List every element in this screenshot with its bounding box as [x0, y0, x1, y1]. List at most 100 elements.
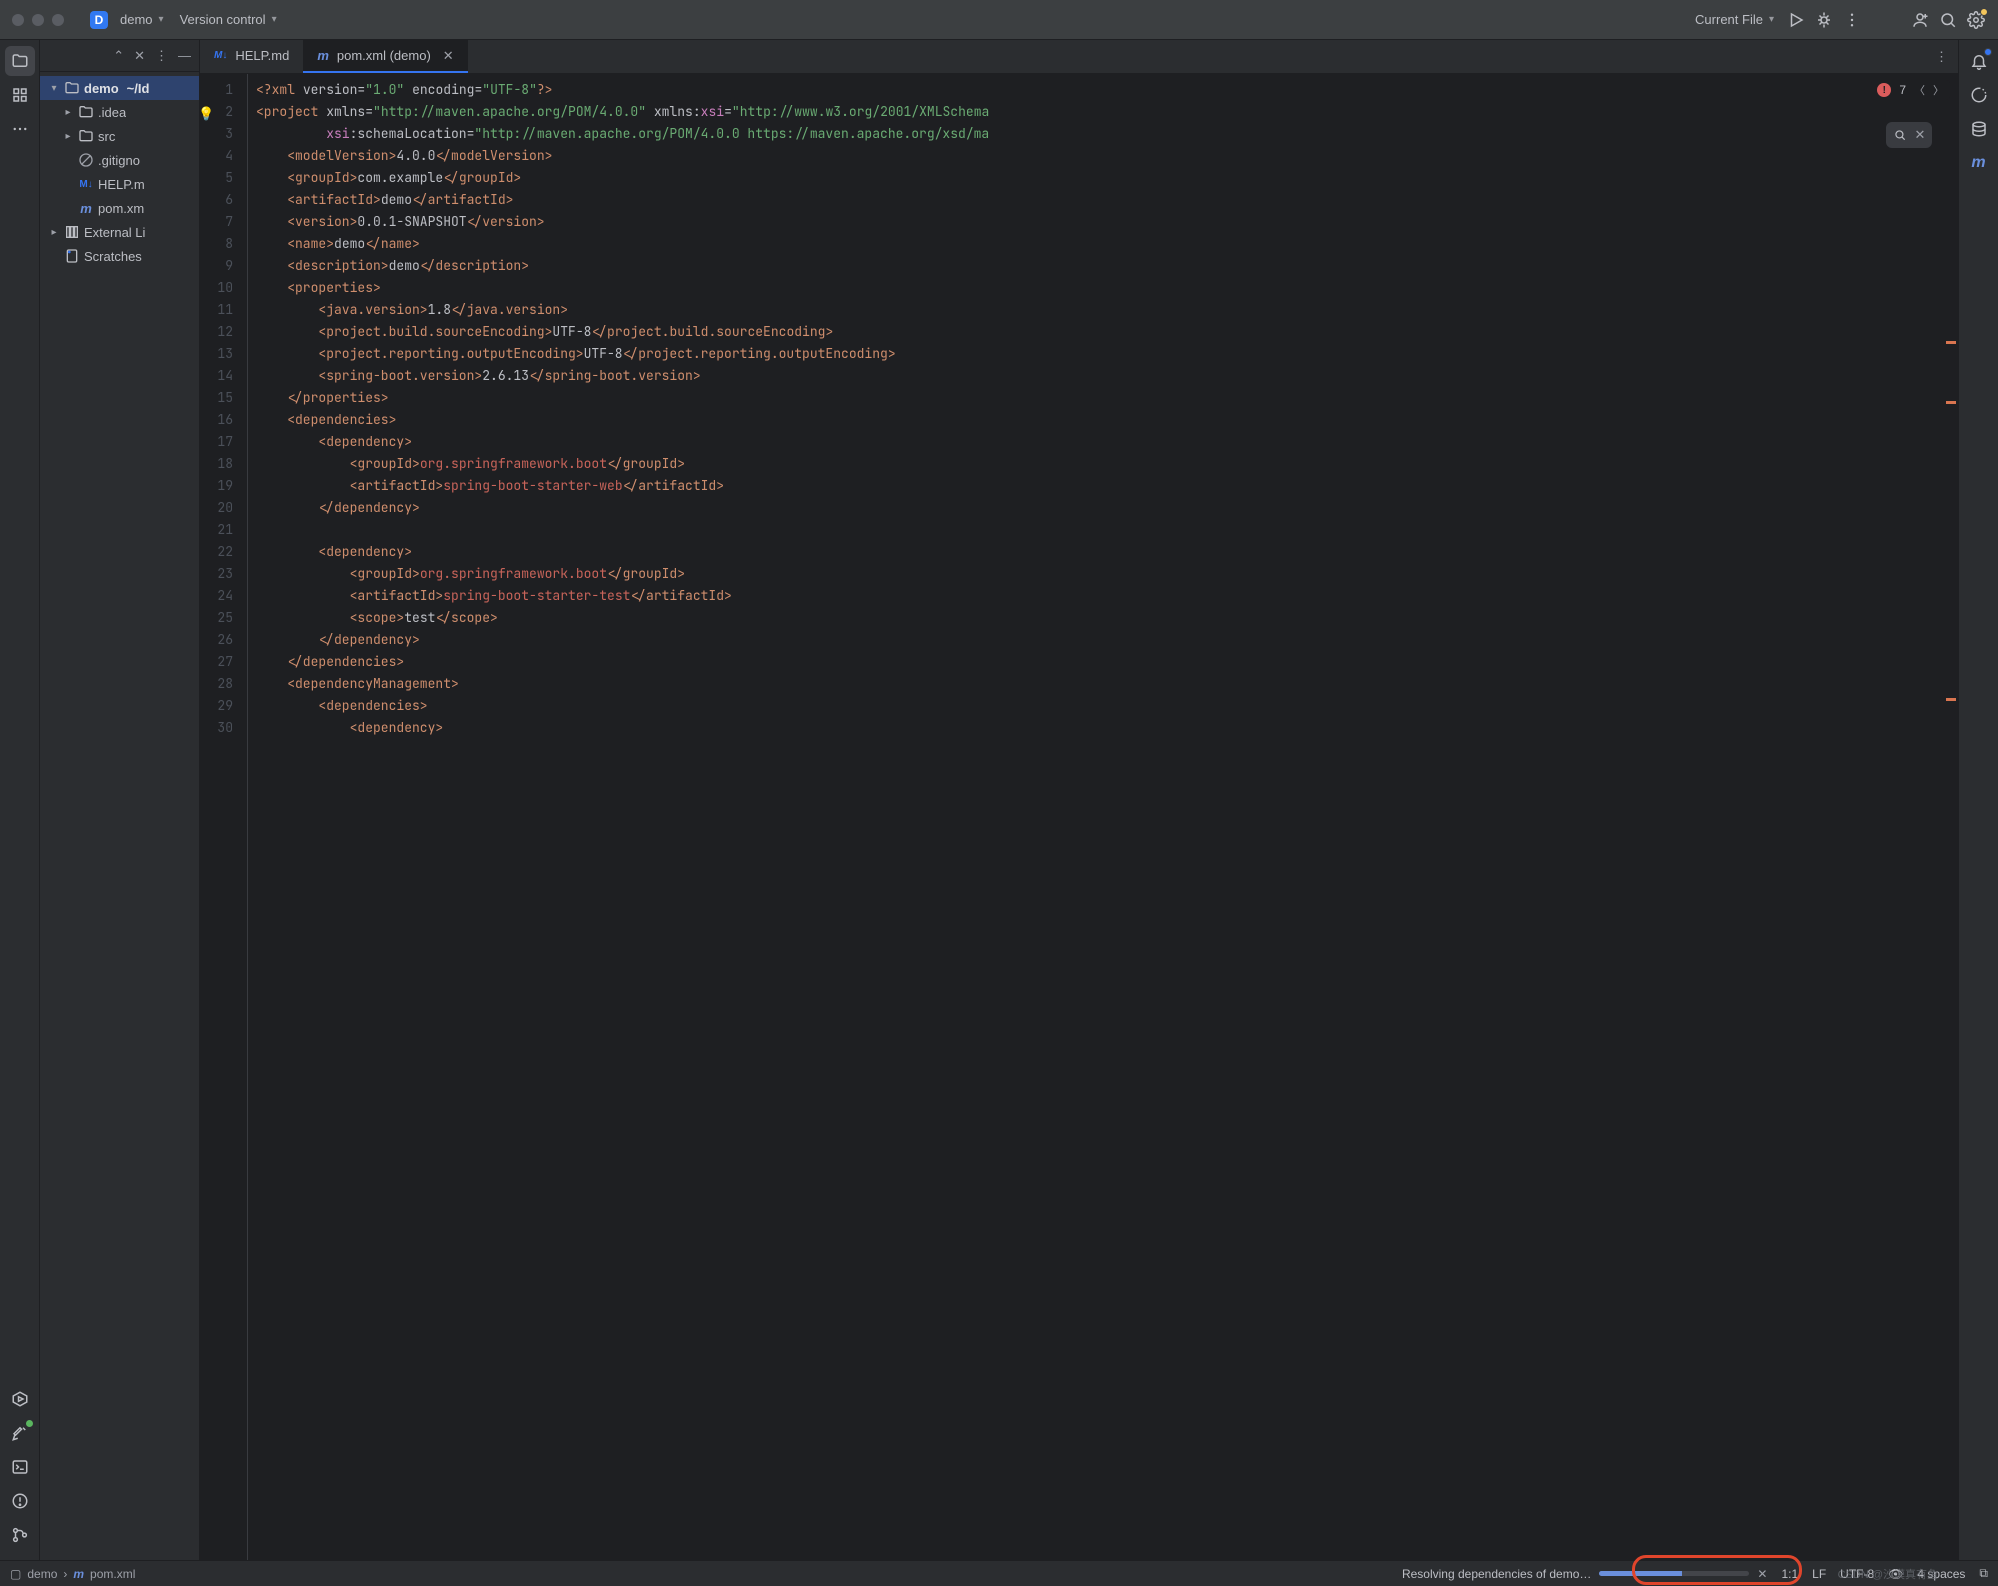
- error-count: 7: [1899, 83, 1906, 97]
- window-controls: [12, 14, 64, 26]
- file-icon: [78, 152, 94, 168]
- external-libraries[interactable]: ▸ External Li: [40, 220, 199, 244]
- scratches-icon: [64, 248, 80, 264]
- tree-node[interactable]: M↓ HELP.m: [40, 172, 199, 196]
- tree-node-label: pom.xm: [98, 201, 144, 216]
- intention-bulb-icon[interactable]: 💡: [198, 103, 214, 125]
- code-editor[interactable]: 12💡3456789101112131415161718192021222324…: [200, 74, 1958, 1560]
- tree-node-label: HELP.m: [98, 177, 145, 192]
- project-selector[interactable]: D demo ▾: [82, 7, 172, 33]
- code-content[interactable]: <?xml version="1.0" encoding="UTF-8"?><p…: [248, 74, 1958, 1560]
- titlebar: D demo ▾ Version control ▾ Current File …: [0, 0, 1998, 40]
- status-dot: [26, 1420, 33, 1427]
- tab-label: HELP.md: [235, 48, 289, 63]
- task-label: Resolving dependencies of demo…: [1402, 1567, 1591, 1581]
- file-type-icon: m: [317, 48, 329, 63]
- crumb-module: demo: [27, 1567, 57, 1581]
- gutter: 12💡3456789101112131415161718192021222324…: [200, 74, 248, 1560]
- database-toolwindow-button[interactable]: [1964, 114, 1994, 144]
- caret-position[interactable]: 1:1: [1781, 1567, 1798, 1581]
- expand-icon[interactable]: ⌃: [113, 48, 124, 64]
- chevron-down-icon: ▾: [159, 14, 164, 25]
- library-icon: [64, 224, 80, 240]
- error-icon: !: [1877, 83, 1891, 97]
- editor-tab[interactable]: m pom.xml (demo) ✕: [303, 40, 467, 73]
- crumb-file: pom.xml: [90, 1567, 135, 1581]
- tree-root-label: demo: [84, 81, 119, 96]
- next-highlight-icon[interactable]: 〉: [1933, 82, 1944, 98]
- tree-node[interactable]: .gitigno: [40, 148, 199, 172]
- hide-panel-icon[interactable]: —: [178, 48, 191, 63]
- tab-label: pom.xml (demo): [337, 48, 431, 63]
- chevron-right-icon: ›: [63, 1567, 67, 1581]
- close-icon[interactable]: ✕: [1915, 127, 1926, 143]
- settings-button[interactable]: [1962, 6, 1990, 34]
- run-button[interactable]: [1782, 6, 1810, 34]
- project-toolwindow-button[interactable]: [5, 46, 35, 76]
- run-config-selector[interactable]: Current File ▾: [1687, 8, 1782, 31]
- cancel-task-icon[interactable]: ✕: [1757, 1567, 1767, 1581]
- chevron-down-icon: ▾: [1769, 14, 1774, 25]
- scratches[interactable]: Scratches: [40, 244, 199, 268]
- code-with-me-button[interactable]: [1906, 6, 1934, 34]
- build-toolwindow-button[interactable]: [5, 1418, 35, 1448]
- tree-node-label: src: [98, 129, 115, 144]
- debug-button[interactable]: [1810, 6, 1838, 34]
- vcs-widget[interactable]: Version control ▾: [172, 8, 285, 31]
- tree-node[interactable]: ▸ .idea: [40, 100, 199, 124]
- file-icon: [78, 104, 94, 120]
- structure-toolwindow-button[interactable]: [5, 80, 35, 110]
- error-stripe[interactable]: [1946, 74, 1958, 1560]
- project-name: demo: [120, 12, 153, 27]
- tree-root[interactable]: ▾ demo ~/Id: [40, 76, 199, 100]
- chevron-down-icon: ▾: [48, 83, 60, 94]
- line-separator[interactable]: LF: [1812, 1567, 1826, 1581]
- tree-node-label: .idea: [98, 105, 126, 120]
- zoom-window[interactable]: [52, 14, 64, 26]
- file-icon: M↓: [78, 179, 94, 190]
- inspection-widget[interactable]: ! 7 〈 〉: [1871, 80, 1950, 100]
- left-tool-strip: [0, 40, 40, 1560]
- close-tab-icon[interactable]: ✕: [443, 48, 454, 64]
- editor-tab[interactable]: M↓HELP.md: [200, 40, 303, 73]
- tree-root-hint: ~/Id: [127, 81, 150, 96]
- project-tree[interactable]: ▾ demo ~/Id ▸ .idea ▸ src .gitigno M↓ HELP.m…: [40, 72, 199, 272]
- status-bar: ▢ demo › m pom.xml Resolving dependencie…: [0, 1560, 1998, 1586]
- search-everywhere-button[interactable]: [1934, 6, 1962, 34]
- tree-node[interactable]: ▸ src: [40, 124, 199, 148]
- notifications-toolwindow-button[interactable]: [1964, 46, 1994, 76]
- chevron-right-icon: ▸: [48, 227, 60, 238]
- project-tool-window: ⌃ ✕ ⋮ — ▾ demo ~/Id ▸ .idea ▸ src .gitigno …: [40, 40, 200, 1560]
- chevron-down-icon: ▾: [272, 14, 277, 25]
- update-indicator-dot: [1980, 8, 1988, 16]
- close-window[interactable]: [12, 14, 24, 26]
- navbar-breadcrumbs[interactable]: ▢ demo › m pom.xml: [10, 1567, 135, 1581]
- right-tool-strip: m: [1958, 40, 1998, 1560]
- memory-indicator-icon[interactable]: ⧉: [1979, 1566, 1988, 1581]
- background-tasks[interactable]: Resolving dependencies of demo… ✕: [1402, 1567, 1768, 1581]
- chevron-right-icon: ▸: [62, 107, 74, 118]
- problems-toolwindow-button[interactable]: [5, 1486, 35, 1516]
- ai-assistant-button[interactable]: [1964, 80, 1994, 110]
- floating-toolbar[interactable]: ✕: [1886, 122, 1932, 148]
- maven-icon: m: [73, 1567, 84, 1581]
- more-actions-button[interactable]: [1838, 6, 1866, 34]
- progress-bar: [1599, 1571, 1749, 1576]
- git-toolwindow-button[interactable]: [5, 1520, 35, 1550]
- notification-dot: [1984, 48, 1992, 56]
- module-icon: ▢: [10, 1567, 21, 1581]
- terminal-toolwindow-button[interactable]: [5, 1452, 35, 1482]
- external-libraries-label: External Li: [84, 225, 145, 240]
- file-icon: m: [78, 201, 94, 216]
- tree-node[interactable]: m pom.xm: [40, 196, 199, 220]
- maven-toolwindow-button[interactable]: m: [1964, 148, 1994, 178]
- more-toolwindows-button[interactable]: [5, 114, 35, 144]
- services-toolwindow-button[interactable]: [5, 1384, 35, 1414]
- collapse-icon[interactable]: ✕: [134, 48, 145, 64]
- project-icon: D: [90, 11, 108, 29]
- tree-options-icon[interactable]: ⋮: [155, 48, 168, 64]
- prev-highlight-icon[interactable]: 〈: [1914, 82, 1925, 98]
- tabs-menu-button[interactable]: ⋮: [1925, 40, 1958, 73]
- minimize-window[interactable]: [32, 14, 44, 26]
- chevron-right-icon: ▸: [62, 131, 74, 142]
